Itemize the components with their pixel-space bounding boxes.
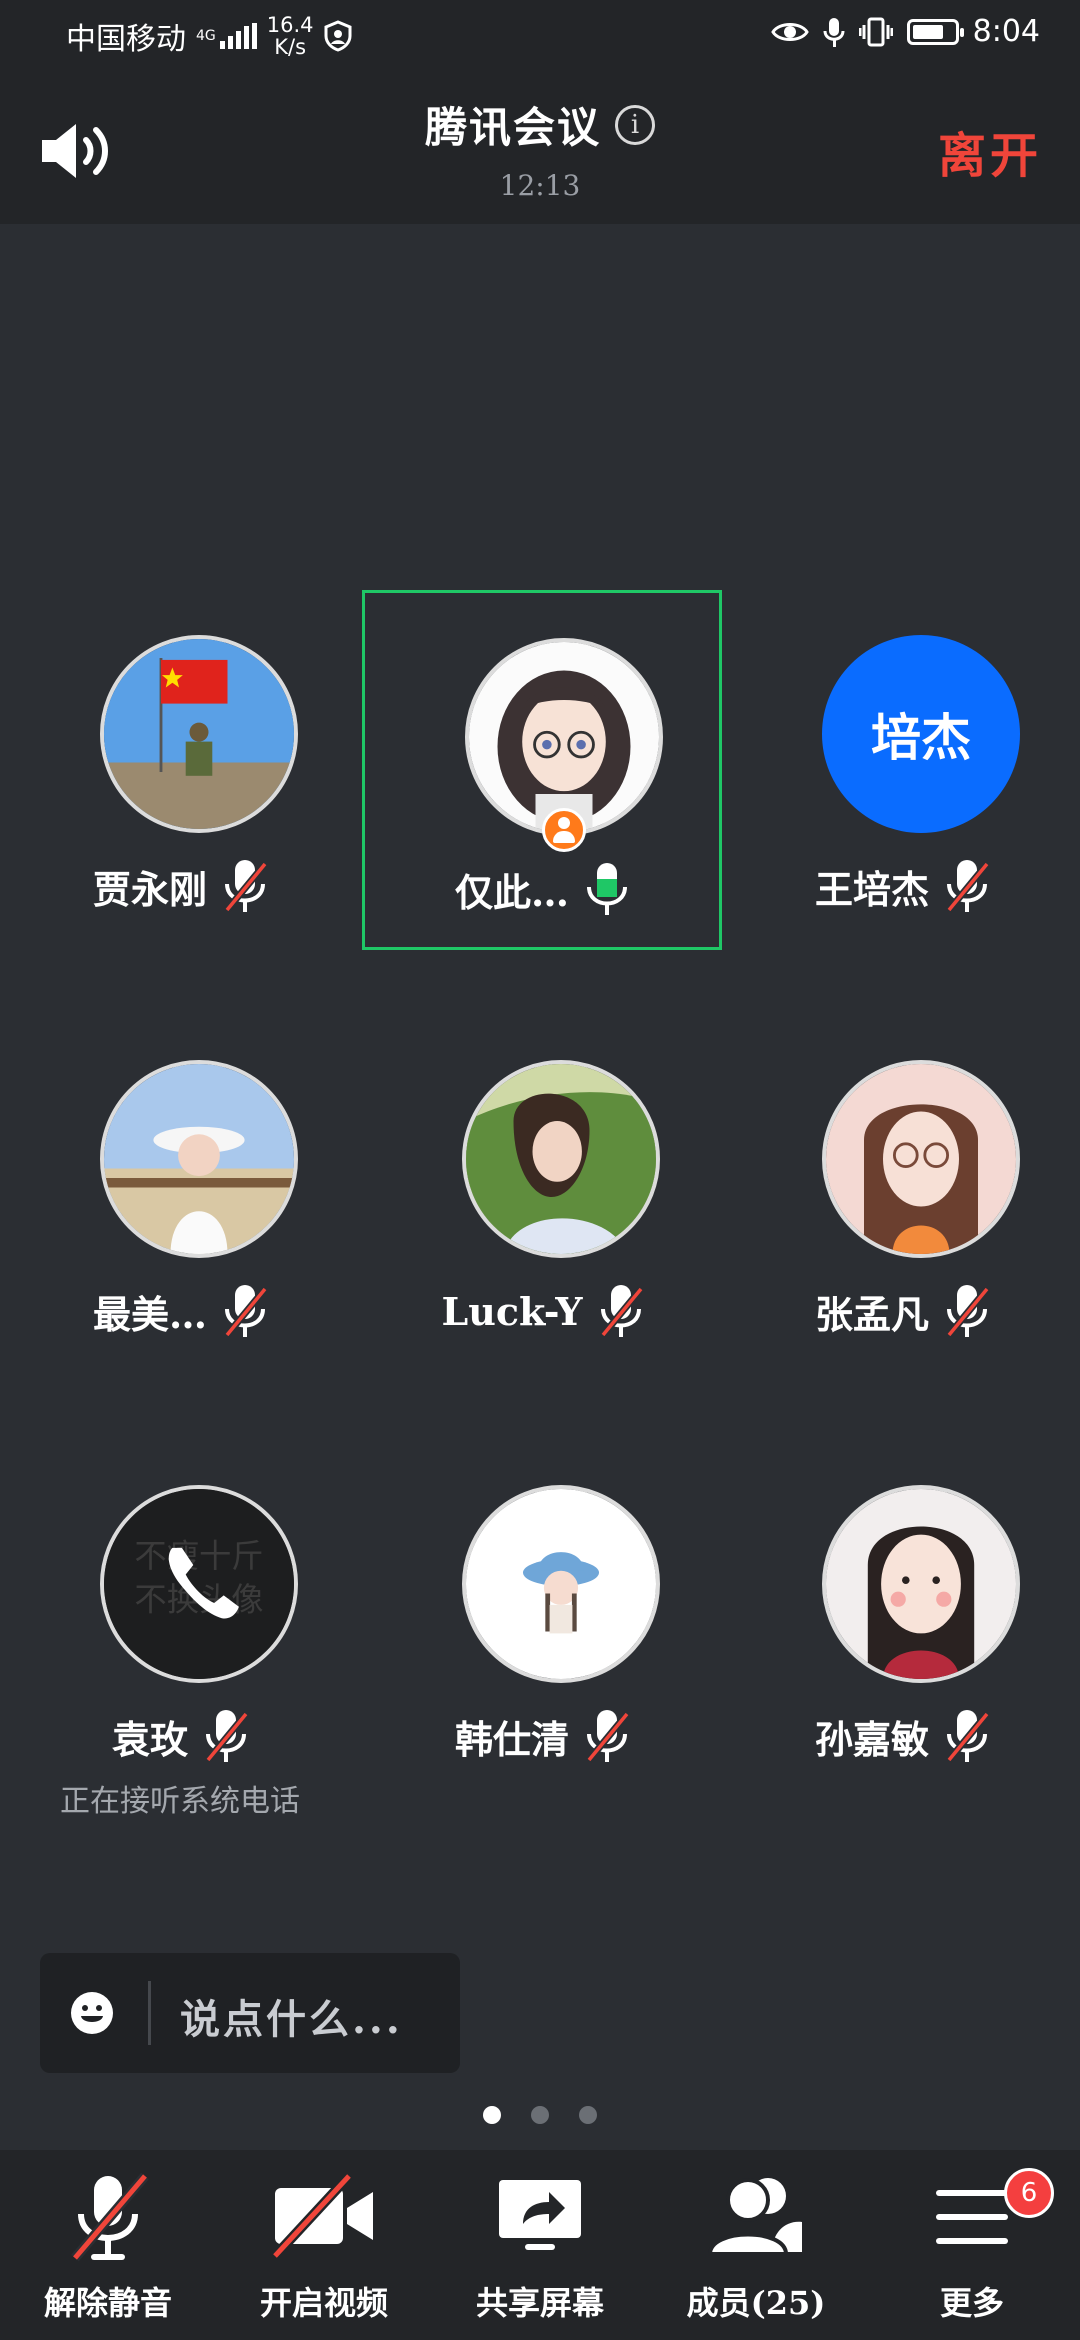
unmute-label: 解除静音	[43, 2284, 172, 2322]
participant-tile[interactable]: 仅此…	[362, 590, 722, 950]
participant-name: 孙嘉敏	[814, 1716, 929, 1762]
page-indicator	[0, 2106, 1080, 2124]
participant-status-text: 正在接听系统电话	[60, 1784, 300, 1819]
participant-avatar	[100, 1060, 298, 1258]
page-dot	[483, 2106, 501, 2124]
participant-name-row: 仅此…	[365, 861, 719, 917]
info-icon[interactable]	[615, 104, 655, 145]
participant-name-row: 张孟凡	[722, 1283, 1080, 1339]
participant-name: Luck-Y	[441, 1288, 583, 1334]
status-bar: 中国移动 4G 16.4 K/s 8:04	[0, 0, 1080, 74]
participant-avatar: 不瘦十斤不换头像	[100, 1485, 298, 1683]
mic-status-icon	[823, 17, 845, 47]
emoji-icon[interactable]	[70, 1991, 114, 2035]
share-screen-button[interactable]: 共享屏幕	[432, 2150, 648, 2340]
svg-text:不瘦十斤: 不瘦十斤	[134, 1537, 263, 1575]
mic-muted-icon	[945, 1283, 990, 1339]
net-speed-unit: K/s	[274, 35, 307, 59]
mic-muted-icon	[71, 2172, 149, 2262]
participant-tile[interactable]: Luck-Y	[362, 1015, 722, 1375]
participant-tile[interactable]: 最美…	[0, 1015, 360, 1375]
net-speed: 16.4 K/s	[267, 14, 314, 58]
mic-speaking-icon	[585, 861, 629, 917]
participant-name: 仅此…	[454, 869, 569, 915]
signal-icon	[219, 23, 257, 49]
participant-avatar: 培杰	[822, 635, 1020, 833]
share-screen-icon	[499, 2180, 581, 2250]
participant-avatar	[462, 1060, 660, 1258]
page-dot	[579, 2106, 597, 2124]
participant-avatar	[822, 1485, 1020, 1683]
participant-tile[interactable]: 孙嘉敏	[722, 1440, 1080, 1800]
participant-name-row: Luck-Y	[362, 1283, 722, 1339]
participant-name-row: 孙嘉敏	[722, 1708, 1080, 1764]
participant-name-row: 王培杰	[722, 858, 1080, 914]
participant-name-row: 袁玫	[0, 1708, 360, 1764]
eye-icon	[770, 22, 809, 41]
menu-icon	[936, 2190, 1008, 2244]
participant-tile[interactable]: 张孟凡	[722, 1015, 1080, 1375]
members-button[interactable]: 成员(25)	[648, 2150, 864, 2340]
participant-name-row: 最美…	[0, 1283, 360, 1339]
participant-name: 韩仕清	[454, 1716, 569, 1762]
participant-avatar	[100, 635, 298, 833]
mic-muted-icon	[223, 1283, 268, 1339]
chat-placeholder: 说点什么...	[180, 1996, 403, 2043]
participant-name: 袁玫	[111, 1716, 188, 1762]
participant-name-row: 韩仕清	[362, 1708, 722, 1764]
meeting-timer: 12:13	[499, 169, 581, 202]
participant-name: 王培杰	[814, 866, 929, 912]
participant-avatar	[462, 1485, 660, 1683]
participant-tile[interactable]: 培杰王培杰	[722, 590, 1080, 950]
members-icon	[707, 2178, 802, 2256]
clock: 8:04	[972, 14, 1040, 49]
start-video-label: 开启视频	[259, 2284, 388, 2322]
participant-name: 最美…	[92, 1291, 207, 1337]
net-speed-value: 16.4	[266, 13, 314, 37]
battery-icon	[906, 18, 964, 45]
network-type: 4G	[196, 28, 216, 44]
unmute-button[interactable]: 解除静音	[0, 2150, 216, 2340]
mic-muted-icon	[585, 1708, 630, 1764]
notification-badge: 6	[1004, 2168, 1054, 2218]
carrier-name: 中国移动	[66, 22, 186, 57]
meeting-header: 腾讯会议 12:13 离开	[0, 74, 1080, 224]
members-label: 成员(25)	[686, 2284, 826, 2322]
share-screen-label: 共享屏幕	[475, 2284, 604, 2322]
title-area: 腾讯会议 12:13	[0, 94, 1080, 202]
bottom-toolbar: 解除静音 开启视频 共享屏幕 成员(25) 6 更多	[0, 2150, 1080, 2340]
participant-tile[interactable]: 韩仕清	[362, 1440, 722, 1800]
mic-muted-icon	[223, 858, 268, 914]
start-video-button[interactable]: 开启视频	[216, 2150, 432, 2340]
vibrate-icon	[858, 17, 893, 46]
video-off-icon	[271, 2172, 373, 2260]
status-right: 8:04	[770, 14, 1040, 49]
participant-avatar	[822, 1060, 1020, 1258]
participant-tile[interactable]: 贾永刚	[0, 590, 360, 950]
participant-name: 贾永刚	[92, 866, 207, 912]
mic-muted-icon	[204, 1708, 249, 1764]
meeting-title: 腾讯会议	[424, 103, 601, 152]
participant-name: 张孟凡	[814, 1291, 929, 1337]
mic-muted-icon	[945, 858, 990, 914]
leave-button[interactable]: 离开	[938, 116, 1042, 186]
participant-avatar	[465, 638, 663, 836]
participant-tile[interactable]: 不瘦十斤不换头像袁玫正在接听系统电话	[0, 1440, 360, 1819]
vpn-shield-icon	[324, 20, 352, 52]
page-dot	[531, 2106, 549, 2124]
host-badge-icon	[542, 808, 586, 852]
participant-name-row: 贾永刚	[0, 858, 360, 914]
mic-muted-icon	[599, 1283, 644, 1339]
chat-divider	[148, 1981, 151, 2045]
status-left: 中国移动 4G 16.4 K/s	[66, 14, 352, 58]
mic-muted-icon	[945, 1708, 990, 1764]
more-label: 更多	[939, 2284, 1004, 2322]
chat-input[interactable]: 说点什么...	[40, 1953, 460, 2073]
more-button[interactable]: 6 更多	[864, 2150, 1080, 2340]
